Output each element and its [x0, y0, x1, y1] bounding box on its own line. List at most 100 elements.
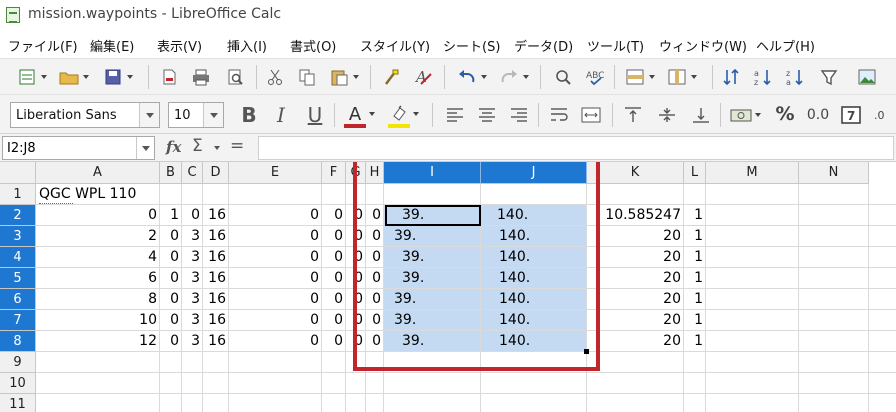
cell-c2[interactable]: 0	[182, 205, 203, 226]
sum-icon[interactable]: Σ	[192, 136, 203, 156]
row-header-1[interactable]: 1	[0, 184, 36, 205]
bold-button[interactable]: B	[238, 103, 260, 127]
cell-l4[interactable]: 1	[684, 247, 706, 268]
column-header-n[interactable]: N	[799, 162, 869, 184]
cell-b7[interactable]: 0	[160, 310, 182, 331]
paste-icon[interactable]	[328, 66, 359, 88]
chevron-down-icon[interactable]	[139, 103, 159, 127]
cell-b2[interactable]: 1	[160, 205, 182, 226]
cell-a7[interactable]: 10	[36, 310, 160, 331]
cell-d8[interactable]: 16	[203, 331, 229, 352]
autofilter-icon[interactable]	[818, 66, 840, 88]
cell-k8[interactable]: 20	[587, 331, 684, 352]
cut-icon[interactable]	[264, 66, 286, 88]
sort-icon[interactable]	[720, 66, 742, 88]
clear-formatting-icon[interactable]: A	[412, 66, 434, 88]
cell-l2[interactable]: 1	[684, 205, 706, 226]
cell-l7[interactable]: 1	[684, 310, 706, 331]
formula-icon[interactable]: =	[230, 136, 244, 156]
cell-b8[interactable]: 0	[160, 331, 182, 352]
row-header-4[interactable]: 4	[0, 247, 36, 268]
cell-e2[interactable]: 0	[229, 205, 322, 226]
cell-f5[interactable]: 0	[322, 268, 346, 289]
menu-view[interactable]: 表示(V)	[157, 36, 202, 55]
row-header-9[interactable]: 9	[0, 352, 36, 373]
menu-data[interactable]: データ(D)	[514, 36, 573, 55]
cell-l3[interactable]: 1	[684, 226, 706, 247]
menu-styles[interactable]: スタイル(Y)	[360, 36, 430, 55]
cell-f3[interactable]: 0	[322, 226, 346, 247]
cell-a3[interactable]: 2	[36, 226, 160, 247]
decimal-place-icon[interactable]: 7	[840, 104, 862, 126]
insert-image-icon[interactable]	[856, 66, 878, 88]
cell-d2[interactable]: 16	[203, 205, 229, 226]
cell-b6[interactable]: 0	[160, 289, 182, 310]
clone-formatting-icon[interactable]	[380, 66, 402, 88]
underline-button[interactable]: U	[304, 103, 326, 127]
cell-b4[interactable]: 0	[160, 247, 182, 268]
cell-f7[interactable]: 0	[322, 310, 346, 331]
column-header-a[interactable]: A	[36, 162, 160, 184]
cell-c4[interactable]: 3	[182, 247, 203, 268]
merge-cells-icon[interactable]	[580, 104, 602, 126]
cell-d5[interactable]: 16	[203, 268, 229, 289]
cell-l8[interactable]: 1	[684, 331, 706, 352]
font-size-combo[interactable]: 10	[168, 102, 224, 128]
spellcheck-icon[interactable]: ABC	[584, 66, 606, 88]
cell-f4[interactable]: 0	[322, 247, 346, 268]
cell-c5[interactable]: 3	[182, 268, 203, 289]
cell-e5[interactable]: 0	[229, 268, 322, 289]
open-folder-icon[interactable]	[58, 66, 89, 88]
row-header-10[interactable]: 10	[0, 373, 36, 394]
column-icon[interactable]	[666, 66, 697, 88]
find-replace-icon[interactable]	[552, 66, 574, 88]
cell-l5[interactable]: 1	[684, 268, 706, 289]
cell-f2[interactable]: 0	[322, 205, 346, 226]
cell-d6[interactable]: 16	[203, 289, 229, 310]
currency-format-icon[interactable]	[730, 104, 761, 126]
cell-c7[interactable]: 3	[182, 310, 203, 331]
delete-decimal-icon[interactable]: .0	[872, 104, 894, 126]
cell-k2[interactable]: 10.585247	[587, 205, 684, 226]
row-header-6[interactable]: 6	[0, 289, 36, 310]
font-color-button[interactable]: A	[344, 103, 375, 125]
undo-icon[interactable]	[456, 66, 487, 88]
align-top-icon[interactable]	[622, 104, 644, 126]
column-header-f[interactable]: F	[322, 162, 346, 184]
cell-b5[interactable]: 0	[160, 268, 182, 289]
row-header-2[interactable]: 2	[0, 205, 36, 226]
column-header-d[interactable]: D	[203, 162, 229, 184]
cell-f8[interactable]: 0	[322, 331, 346, 352]
row-icon[interactable]	[624, 66, 655, 88]
chevron-down-icon[interactable]	[214, 146, 220, 150]
row-header-3[interactable]: 3	[0, 226, 36, 247]
row-header-8[interactable]: 8	[0, 331, 36, 352]
italic-button[interactable]: I	[270, 103, 292, 127]
cell-f6[interactable]: 0	[322, 289, 346, 310]
cell-c6[interactable]: 3	[182, 289, 203, 310]
redo-icon[interactable]	[498, 66, 529, 88]
cell-e7[interactable]: 0	[229, 310, 322, 331]
cell-e3[interactable]: 0	[229, 226, 322, 247]
print-icon[interactable]	[190, 66, 212, 88]
align-right-icon[interactable]	[508, 104, 530, 126]
cell-a2[interactable]: 0	[36, 205, 160, 226]
cell-d7[interactable]: 16	[203, 310, 229, 331]
cell-a5[interactable]: 6	[36, 268, 160, 289]
font-name-combo[interactable]: Liberation Sans	[10, 102, 160, 128]
cell-d3[interactable]: 16	[203, 226, 229, 247]
cell-e4[interactable]: 0	[229, 247, 322, 268]
cell-a6[interactable]: 8	[36, 289, 160, 310]
align-bottom-icon[interactable]	[690, 104, 712, 126]
row-header-11[interactable]: 11	[0, 394, 36, 412]
formula-input[interactable]	[258, 136, 894, 160]
select-all-corner[interactable]	[0, 162, 36, 184]
highlight-color-button[interactable]	[388, 103, 419, 125]
menu-file[interactable]: ファイル(F)	[8, 36, 78, 55]
copy-icon[interactable]	[296, 66, 318, 88]
cell-c3[interactable]: 3	[182, 226, 203, 247]
chevron-down-icon[interactable]	[136, 137, 154, 159]
menu-window[interactable]: ウィンドウ(W)	[659, 36, 747, 55]
new-document-icon[interactable]	[16, 66, 47, 88]
cell-a4[interactable]: 4	[36, 247, 160, 268]
